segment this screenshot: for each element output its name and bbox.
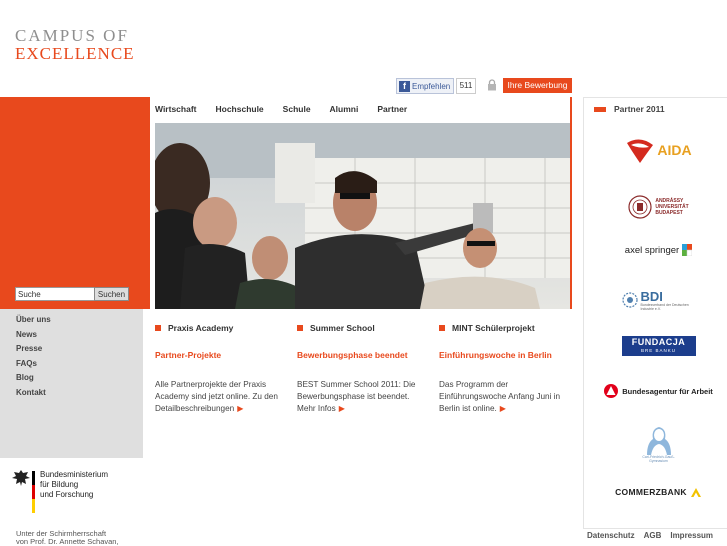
teaser-praxis-academy: Praxis Academy Partner-Projekte Alle Par… [155, 323, 280, 415]
bmbf-logo[interactable]: Bundesministerium für Bildung und Forsch… [10, 468, 120, 518]
partner-logo-andrassy[interactable]: ANDRÁSSY UNIVERSITÄT BUDAPEST [596, 192, 721, 222]
partner-logo-aida[interactable]: AIDA [596, 133, 721, 167]
leftnav-item-faqs[interactable]: FAQs [16, 359, 51, 374]
leftnav-item-ueber-uns[interactable]: Über uns [16, 315, 51, 330]
teaser-summer-school: Summer School Bewerbungsphase beendet BE… [297, 323, 422, 415]
nav-item-hochschule[interactable]: Hochschule [215, 104, 263, 114]
facebook-like-count: 511 [456, 78, 476, 94]
teaser-body: Alle Partnerprojekte der Praxis Academy … [155, 379, 280, 415]
footer-link-datenschutz[interactable]: Datenschutz [587, 531, 635, 540]
partner-logo-gauss-gymnasium[interactable]: Carl-Friedrich-Gauß-Gymnasium [596, 422, 721, 466]
bmbf-line-3: und Forschung [40, 490, 94, 499]
bundesagentur-wordmark: Bundesagentur für Arbeit [622, 386, 713, 396]
left-navigation: Über uns News Presse FAQs Blog Kontakt [16, 315, 51, 402]
arrow-right-icon[interactable]: ▶ [237, 404, 243, 413]
apply-button[interactable]: Ihre Bewerbung [503, 78, 572, 93]
commerzbank-wordmark: COMMERZBANK [615, 487, 687, 497]
teaser-body-text: Alle Partnerprojekte der Praxis Academy … [155, 380, 278, 413]
federal-eagle-icon [12, 470, 30, 486]
aida-lips-icon [627, 139, 654, 163]
logo-line-1: CAMPUS OF [15, 26, 129, 45]
hero-image [155, 123, 570, 309]
bullet-square-icon [439, 325, 445, 331]
bmbf-line-2: für Bildung [40, 480, 79, 489]
nav-item-schule[interactable]: Schule [283, 104, 311, 114]
site-logo[interactable]: CAMPUS OF EXCELLENCE [15, 27, 135, 62]
springer-flag-icon [682, 244, 693, 256]
commerzbank-ribbon-icon [690, 487, 701, 497]
teaser-title-link[interactable]: Partner-Projekte [155, 350, 280, 360]
leftnav-item-blog[interactable]: Blog [16, 373, 51, 388]
teaser-heading[interactable]: MINT Schülerprojekt [452, 323, 535, 333]
nav-item-alumni[interactable]: Alumni [330, 104, 359, 114]
partner-logo-bdi[interactable]: BDI Bundesverband der Deutschen Industri… [596, 285, 721, 315]
main-navigation: Wirtschaft Hochschule Schule Alumni Part… [155, 104, 407, 114]
teaser-body: Das Programm der Einführungswoche Anfang… [439, 379, 564, 415]
andrassy-seal-icon [628, 195, 652, 219]
nav-item-partner[interactable]: Partner [377, 104, 407, 114]
teaser-heading[interactable]: Praxis Academy [168, 323, 233, 333]
teaser-title-link[interactable]: Bewerbungsphase beendet [297, 350, 422, 360]
teaser-body-text: BEST Summer School 2011: Die Bewerbungsp… [297, 380, 416, 413]
bmbf-line-1: Bundesministerium [40, 470, 109, 479]
arrow-right-icon[interactable]: ▶ [500, 404, 506, 413]
teaser-mint-schuelerprojekt: MINT Schülerprojekt Einführungswoche in … [439, 323, 564, 415]
arbeitsagentur-icon [604, 384, 619, 398]
partner-logo-axel-springer[interactable]: axel springer [596, 240, 721, 260]
bullet-square-icon [297, 325, 303, 331]
bdi-wordmark: BDI [640, 288, 663, 304]
fundacja-subtitle: BRE BANKU [640, 348, 676, 353]
arrow-right-icon[interactable]: ▶ [339, 404, 345, 413]
footer-link-impressum[interactable]: Impressum [670, 531, 713, 540]
partner-heading-text: Partner 2011 [614, 104, 665, 114]
facebook-icon: f [399, 80, 410, 92]
bdi-subtitle: Bundesverband der Deutschen Industrie e.… [640, 302, 689, 311]
search-input[interactable] [15, 287, 97, 301]
bdi-emblem-icon [621, 292, 638, 308]
leftnav-item-presse[interactable]: Presse [16, 344, 51, 359]
bullet-bar-icon [594, 106, 606, 112]
hero-accent-border [570, 97, 572, 309]
gauss-bust-icon [646, 427, 671, 455]
nav-item-wirtschaft[interactable]: Wirtschaft [155, 104, 196, 114]
bullet-square-icon [155, 325, 161, 331]
andrassy-line-3: BUDAPEST [655, 210, 683, 216]
facebook-like-button[interactable]: f Empfehlen [396, 78, 454, 94]
footer-link-agb[interactable]: AGB [644, 531, 662, 540]
springer-wordmark: axel springer [624, 244, 680, 256]
accent-bar [143, 97, 150, 309]
footer-links: Datenschutz AGB Impressum [587, 531, 713, 540]
fundacja-wordmark: FUNDACJA [631, 337, 686, 347]
aida-wordmark: AIDA [657, 142, 692, 158]
german-flag-icon [32, 471, 35, 513]
patronage-note: Unter der Schirmherrschaft von Prof. Dr.… [16, 530, 119, 546]
logo-line-2: EXCELLENCE [15, 44, 135, 63]
teaser-heading[interactable]: Summer School [310, 323, 375, 333]
partner-logo-commerzbank[interactable]: COMMERZBANK [596, 484, 721, 500]
teaser-title-link[interactable]: Einführungswoche in Berlin [439, 350, 564, 360]
gauss-caption: Carl-Friedrich-Gauß-Gymnasium [642, 455, 675, 463]
search-button[interactable]: Suchen [94, 287, 129, 301]
lock-icon [488, 79, 496, 91]
facebook-like-label: Empfehlen [412, 81, 451, 91]
partner-logo-bundesagentur[interactable]: Bundesagentur für Arbeit [596, 381, 721, 401]
partner-heading: Partner 2011 [594, 104, 665, 114]
leftnav-item-news[interactable]: News [16, 330, 51, 345]
partner-logo-fundacja[interactable]: FUNDACJA BRE BANKU [596, 335, 721, 357]
left-orange-panel [0, 97, 143, 309]
leftnav-item-kontakt[interactable]: Kontakt [16, 388, 51, 403]
teaser-body: BEST Summer School 2011: Die Bewerbungsp… [297, 379, 422, 415]
